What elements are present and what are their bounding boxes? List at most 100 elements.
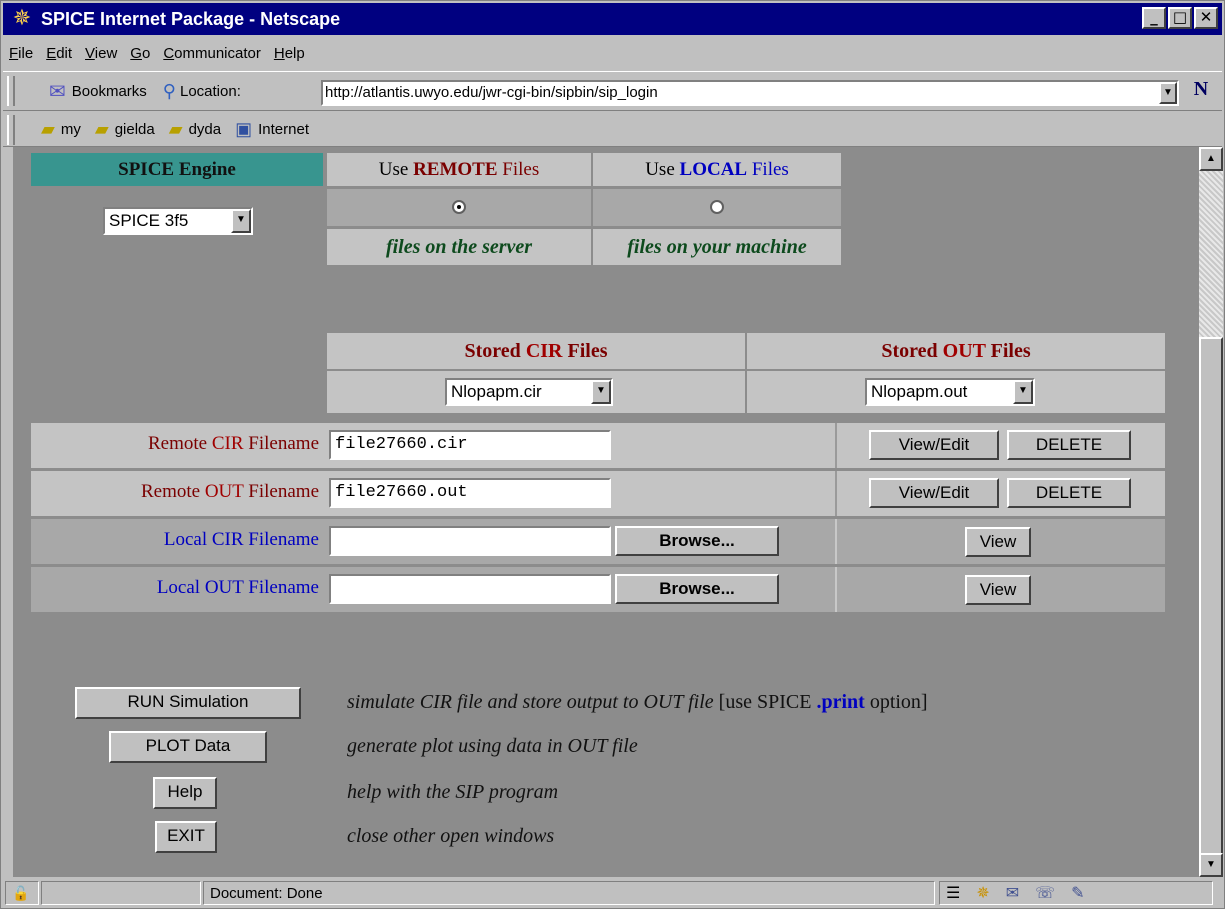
url-input[interactable]: http://atlantis.uwyo.edu/jwr-cgi-bin/sip… [321, 80, 1179, 106]
toolbar-grip[interactable] [7, 114, 15, 145]
remote-files-radio[interactable] [452, 200, 466, 214]
stored-cir-cell: Nlopapm.cir ▼ [327, 371, 745, 413]
use-remote-header: Use REMOTE Files [327, 153, 591, 186]
plot-data-button[interactable]: PLOT Data [109, 731, 267, 763]
netscape-logo: N [1193, 78, 1209, 100]
local-cir-input[interactable] [329, 526, 611, 556]
local-out-view-button[interactable]: View [965, 575, 1031, 605]
exit-button[interactable]: EXIT [155, 821, 217, 853]
chevron-down-icon[interactable]: ▼ [1013, 380, 1033, 404]
netscape-app-icon: ✵ [12, 6, 32, 31]
remote-out-input[interactable]: file27660.out [329, 478, 611, 508]
bookmark-my[interactable]: my [61, 121, 81, 138]
spice-engine-selected: SPICE 3f5 [109, 211, 189, 230]
local-cir-view-button[interactable]: View [965, 527, 1031, 557]
run-desc-text: simulate CIR file and store output to OU… [347, 691, 714, 713]
menu-file[interactable]: File [9, 45, 33, 62]
security-lock-icon[interactable]: 🔓 [5, 881, 39, 905]
run-note-pre: [use SPICE [713, 691, 817, 713]
menu-bar: File Edit View Go Communicator Help [3, 39, 312, 67]
stored-out-cell: Nlopapm.out ▼ [747, 371, 1165, 413]
bookmark-dyda[interactable]: dyda [189, 121, 222, 138]
bookmark-gielda[interactable]: gielda [115, 121, 155, 138]
navigator-icon[interactable]: ☰ [946, 883, 960, 903]
discussions-icon[interactable]: ☏ [1035, 883, 1055, 903]
run-simulation-button[interactable]: RUN Simulation [75, 687, 301, 719]
scroll-down-button[interactable]: ▼ [1199, 853, 1223, 877]
stored-out-header: Stored OUT Files [747, 333, 1165, 369]
chevron-down-icon[interactable]: ▼ [591, 380, 611, 404]
remote-cir-pre: Remote [148, 433, 212, 454]
help-button[interactable]: Help [153, 777, 217, 809]
local-out-row: Local OUT Filename Browse... View [31, 567, 1165, 612]
remote-cir-input[interactable]: file27660.cir [329, 430, 611, 460]
folder-icon: ▰ [41, 119, 55, 139]
spice-engine-select[interactable]: SPICE 3f5 ▼ [103, 207, 253, 235]
use-remote-post: Files [497, 159, 540, 180]
chevron-down-icon[interactable]: ▼ [231, 209, 251, 233]
local-word: LOCAL [679, 159, 748, 180]
vertical-scrollbar[interactable]: ▲ ▼ [1199, 147, 1223, 877]
location-icon: ⚲ [162, 80, 176, 101]
composer-icon[interactable]: ✎ [1071, 883, 1084, 903]
menu-go[interactable]: Go [130, 45, 150, 62]
toolbar-grip[interactable] [7, 76, 15, 106]
help-desc: help with the SIP program [347, 781, 559, 803]
remote-out-post: Filename [243, 481, 319, 502]
close-button[interactable]: ✕ [1194, 7, 1218, 29]
local-cir-row: Local CIR Filename Browse... View [31, 519, 1165, 564]
menu-help[interactable]: Help [274, 45, 305, 62]
maximize-button[interactable]: □ [1168, 7, 1192, 29]
stored-cir-pre: Stored [464, 340, 526, 362]
use-local-header: Use LOCAL Files [593, 153, 841, 186]
run-simulation-desc: simulate CIR file and store output to OU… [347, 691, 1167, 714]
location-toolbar: ✉ Bookmarks ⚲ Location: http://atlantis.… [3, 71, 1222, 111]
bookmarks-icon[interactable]: ✉ [49, 79, 66, 104]
stored-cir-selected: Nlopapm.cir [451, 382, 542, 401]
bookmark-internet[interactable]: Internet [258, 121, 309, 138]
local-out-label: Local OUT Filename [156, 577, 319, 598]
remote-cir-post: Filename [243, 433, 319, 454]
menu-view[interactable]: View [85, 45, 117, 62]
page-content: SPICE Engine SPICE 3f5 ▼ Use REMOTE File… [13, 147, 1199, 877]
stored-cir-select[interactable]: Nlopapm.cir ▼ [445, 378, 613, 406]
plot-data-desc: generate plot using data in OUT file [347, 735, 638, 757]
use-local-post: Files [747, 159, 789, 180]
local-out-browse-button[interactable]: Browse... [615, 574, 779, 604]
cell-divider [835, 519, 837, 564]
cell-divider [835, 567, 837, 612]
navigator-ship-icon[interactable]: ✵ [976, 883, 989, 903]
remote-word: REMOTE [413, 159, 498, 180]
remote-cir-label: Remote CIR Filename [31, 433, 319, 455]
remote-out-pre: Remote [140, 481, 205, 502]
remote-out-word: OUT [204, 481, 244, 502]
local-files-radio[interactable] [710, 200, 724, 214]
local-radio-cell [593, 189, 841, 226]
local-out-input[interactable] [329, 574, 611, 604]
menu-edit[interactable]: Edit [46, 45, 72, 62]
remote-out-view-edit-button[interactable]: View/Edit [869, 478, 999, 508]
scroll-thumb[interactable] [1199, 337, 1223, 857]
remote-radio-cell [327, 189, 591, 226]
remote-cir-delete-button[interactable]: DELETE [1007, 430, 1131, 460]
minimize-button[interactable]: _ [1142, 7, 1166, 29]
scroll-up-button[interactable]: ▲ [1199, 147, 1223, 171]
local-cir-browse-button[interactable]: Browse... [615, 526, 779, 556]
personal-toolbar: ▰ my ▰ gielda ▰ dyda ▣ Internet [3, 113, 1222, 147]
stored-out-post: Files [985, 340, 1031, 362]
menu-communicator[interactable]: Communicator [163, 45, 261, 62]
print-option-keyword: .print [816, 691, 865, 713]
run-note-post: option] [864, 691, 928, 713]
mail-icon[interactable]: ✉ [1006, 883, 1019, 903]
use-local-pre: Use [645, 159, 680, 180]
bookmarks-button[interactable]: Bookmarks [72, 83, 147, 100]
remote-out-delete-button[interactable]: DELETE [1007, 478, 1131, 508]
window-title: SPICE Internet Package - Netscape [41, 8, 341, 29]
remote-cir-view-edit-button[interactable]: View/Edit [869, 430, 999, 460]
remote-out-label: Remote OUT Filename [31, 481, 319, 503]
local-desc: files on your machine [593, 229, 841, 265]
stored-cir-post: Files [562, 340, 608, 362]
status-text: Document: Done [203, 881, 935, 905]
stored-out-select[interactable]: Nlopapm.out ▼ [865, 378, 1035, 406]
url-dropdown-button[interactable]: ▼ [1159, 82, 1177, 104]
